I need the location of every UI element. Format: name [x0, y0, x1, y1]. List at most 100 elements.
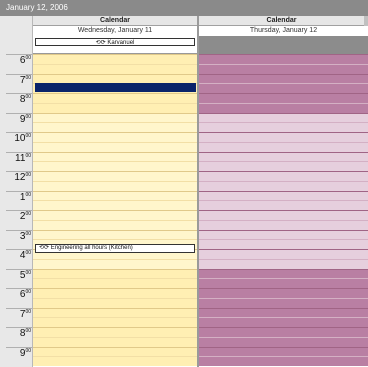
- time-slot[interactable]: [33, 219, 197, 230]
- time-slot[interactable]: [33, 151, 197, 162]
- time-slot[interactable]: [33, 122, 197, 132]
- appointment-label: Engineering all hours (Kitchen): [50, 245, 133, 251]
- hour-gridline: [6, 346, 32, 348]
- time-slot[interactable]: [199, 346, 368, 357]
- all-day-event-label: Karvanuel: [107, 40, 135, 46]
- time-slot[interactable]: [199, 336, 368, 347]
- time-slot[interactable]: [199, 210, 368, 220]
- time-slot[interactable]: [199, 268, 368, 279]
- time-slot[interactable]: [33, 336, 197, 347]
- time-slot[interactable]: [199, 317, 368, 327]
- time-slot[interactable]: [199, 171, 368, 181]
- time-slot[interactable]: [199, 307, 368, 318]
- hour-label: 200: [0, 211, 31, 222]
- hour-minutes: 00: [25, 289, 31, 295]
- hour-minutes: 00: [25, 55, 31, 61]
- time-slot[interactable]: [199, 356, 368, 366]
- time-slot[interactable]: [199, 122, 368, 132]
- hour-gridline: [6, 210, 32, 211]
- time-slot[interactable]: [199, 132, 368, 142]
- time-slot[interactable]: [33, 102, 197, 113]
- time-slot[interactable]: [199, 151, 368, 162]
- time-slot[interactable]: [33, 288, 197, 298]
- scrollbar-arrow[interactable]: [364, 16, 368, 26]
- time-slot[interactable]: [33, 268, 197, 279]
- day-column-left[interactable]: [33, 54, 197, 367]
- time-slot[interactable]: [199, 288, 368, 298]
- time-slot[interactable]: [199, 180, 368, 191]
- time-slot[interactable]: [33, 171, 197, 181]
- window-title-bar: January 12, 2006: [0, 0, 368, 16]
- time-slot[interactable]: [33, 200, 197, 210]
- time-slot[interactable]: [33, 307, 197, 318]
- all-day-area-right[interactable]: [199, 36, 368, 54]
- hour-gridline: [6, 268, 32, 270]
- hour-gridline: [6, 93, 32, 94]
- time-slot[interactable]: [199, 161, 368, 171]
- hour-minutes: 00: [25, 230, 31, 237]
- time-slot[interactable]: [33, 327, 197, 337]
- time-slot[interactable]: [33, 346, 197, 357]
- hour-label: 900: [0, 114, 31, 125]
- time-slot[interactable]: [33, 112, 197, 123]
- hour-gridline: [6, 190, 32, 192]
- time-slot[interactable]: [33, 93, 197, 103]
- time-slot[interactable]: [33, 258, 197, 269]
- time-slot[interactable]: [33, 190, 197, 201]
- column-date-left: Wednesday, January 11: [77, 27, 153, 34]
- time-slot[interactable]: [33, 180, 197, 191]
- time-slot[interactable]: [33, 63, 197, 74]
- hour-minutes: 00: [25, 269, 31, 276]
- hour-minutes: 00: [25, 250, 31, 256]
- hour-gridline: [6, 327, 32, 328]
- time-slot[interactable]: [33, 141, 197, 152]
- time-slot[interactable]: [199, 229, 368, 240]
- time-gutter: 600 700 800 900 1000 1100 1200 100 200 300 400 500 6…: [0, 54, 33, 367]
- calendar-window: January 12, 2006 Calendar Wednesday, Jan…: [0, 0, 368, 367]
- time-slot[interactable]: [199, 249, 368, 259]
- hour-minutes: 00: [25, 347, 31, 354]
- time-slot[interactable]: [199, 54, 368, 64]
- time-slot[interactable]: [33, 132, 197, 142]
- time-slot[interactable]: [199, 219, 368, 230]
- hour-gridline: [6, 112, 32, 114]
- hour-gridline: [6, 132, 32, 133]
- time-slot[interactable]: [199, 297, 368, 308]
- time-slot[interactable]: [199, 190, 368, 201]
- appointment[interactable]: ⟲⟳ Engineering all hours (Kitchen): [35, 244, 195, 253]
- hour-gridline: [6, 229, 32, 231]
- time-slot[interactable]: [199, 112, 368, 123]
- time-slot[interactable]: [33, 356, 197, 366]
- hour-gridline: [6, 54, 32, 55]
- hour-label: 500: [0, 270, 31, 281]
- time-slot[interactable]: [199, 63, 368, 74]
- time-slot[interactable]: [199, 102, 368, 113]
- day-column-right[interactable]: [199, 54, 368, 367]
- time-slot[interactable]: [199, 73, 368, 84]
- selected-time-slot[interactable]: [35, 83, 196, 92]
- time-slot[interactable]: [33, 210, 197, 220]
- time-slot[interactable]: [199, 327, 368, 337]
- time-slot[interactable]: [199, 258, 368, 269]
- time-slot[interactable]: [33, 278, 197, 288]
- time-slot[interactable]: [33, 54, 197, 64]
- time-slot[interactable]: [199, 83, 368, 93]
- time-slot[interactable]: [199, 200, 368, 210]
- time-slot[interactable]: [199, 278, 368, 288]
- time-slot[interactable]: [33, 317, 197, 327]
- time-slot[interactable]: [199, 141, 368, 152]
- recurring-icon: ⟲⟳: [39, 245, 50, 251]
- time-slot[interactable]: [33, 73, 197, 84]
- time-slot[interactable]: [33, 297, 197, 308]
- time-slot[interactable]: [199, 93, 368, 103]
- time-slot[interactable]: [33, 161, 197, 171]
- all-day-event[interactable]: ⟲⟳ Karvanuel: [35, 38, 195, 46]
- column-header-left[interactable]: Calendar: [33, 16, 197, 26]
- hour-number: 11: [15, 152, 26, 164]
- hour-minutes: 00: [25, 172, 31, 178]
- hour-label: 100: [0, 192, 31, 203]
- column-header-right[interactable]: Calendar: [199, 16, 364, 26]
- time-slot[interactable]: [199, 239, 368, 249]
- time-slot[interactable]: [33, 229, 197, 240]
- hour-gridline: [6, 171, 32, 172]
